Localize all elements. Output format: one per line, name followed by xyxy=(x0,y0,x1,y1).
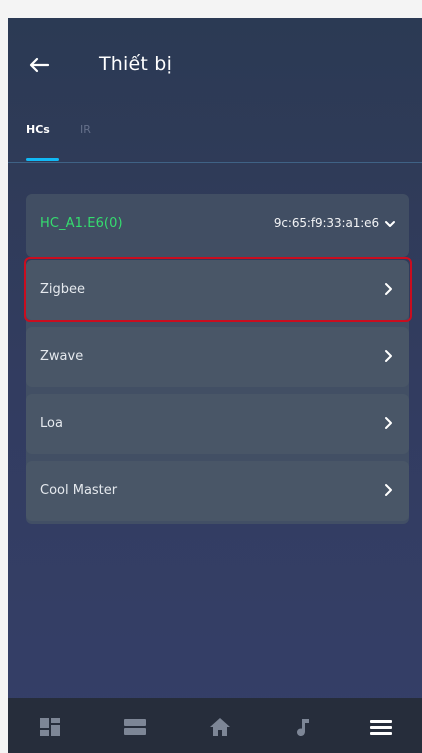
tab-hcs[interactable]: HCs xyxy=(26,123,50,136)
hc-mac-address: 9c:65:f9:33:a1:e6 xyxy=(273,216,379,230)
chevron-down-icon xyxy=(385,221,395,227)
tab-ir[interactable]: IR xyxy=(80,123,91,136)
nav-dashboard[interactable] xyxy=(36,716,64,738)
device-group-loa[interactable]: Loa xyxy=(26,394,409,454)
back-button[interactable] xyxy=(26,52,54,78)
device-group-label: Cool Master xyxy=(40,483,118,498)
back-arrow-icon xyxy=(29,57,50,73)
app-screen: Thiết bị HCs IR HC_A1.E6(0) 9c:65:f9:33:… xyxy=(8,18,422,753)
nav-home[interactable] xyxy=(206,716,234,738)
device-group-list: Zigbee Zwave Loa Cool Master xyxy=(26,260,409,524)
chevron-right-icon xyxy=(385,283,392,295)
home-icon xyxy=(210,718,230,736)
chevron-right-icon xyxy=(385,350,392,362)
nav-rooms[interactable] xyxy=(121,716,149,738)
menu-icon xyxy=(370,720,392,735)
hc-name: HC_A1.E6(0) xyxy=(40,216,123,231)
music-icon xyxy=(297,719,309,736)
device-group-label: Zigbee xyxy=(40,282,86,297)
bottom-navigation xyxy=(8,698,422,753)
device-group-zwave[interactable]: Zwave xyxy=(26,327,409,387)
tab-divider xyxy=(8,162,422,163)
device-group-zigbee[interactable]: Zigbee xyxy=(26,260,409,320)
chevron-right-icon xyxy=(385,484,392,496)
rooms-icon xyxy=(124,719,146,735)
nav-music[interactable] xyxy=(290,716,318,738)
page-title: Thiết bị xyxy=(99,53,173,75)
dashboard-icon xyxy=(40,718,60,736)
header: Thiết bị xyxy=(8,18,422,118)
chevron-right-icon xyxy=(385,417,392,429)
device-group-cool-master[interactable]: Cool Master xyxy=(26,461,409,521)
device-group-label: Zwave xyxy=(40,349,84,364)
active-tab-indicator xyxy=(26,158,59,161)
device-group-label: Loa xyxy=(40,416,63,431)
nav-menu[interactable] xyxy=(367,716,395,738)
hc-selector[interactable]: HC_A1.E6(0) 9c:65:f9:33:a1:e6 xyxy=(26,194,409,257)
